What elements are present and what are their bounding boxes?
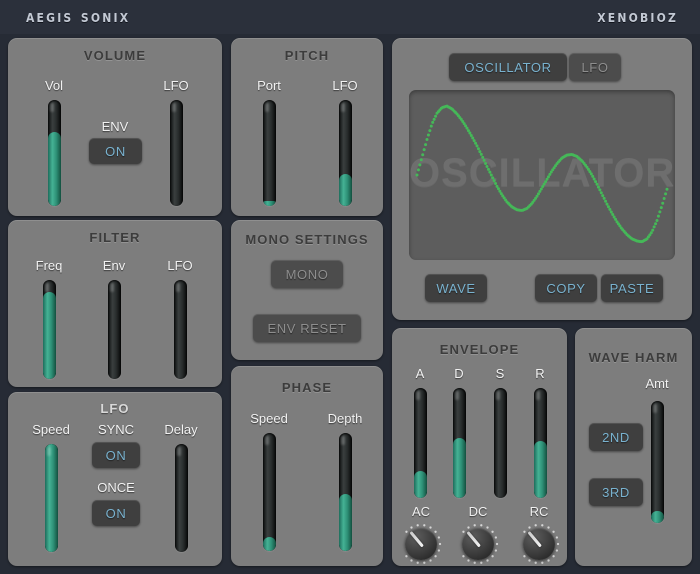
control-label: Depth — [327, 411, 363, 426]
panel-pitch-title: PITCH — [284, 48, 330, 63]
panel-filter-title: FILTER — [89, 230, 141, 245]
button-volume-env-on[interactable]: ON — [89, 138, 142, 164]
button-lfo-once-on[interactable]: ON — [92, 500, 140, 526]
panel-phase: PHASE Speed Depth — [231, 366, 383, 566]
tab-lfo[interactable]: LFO — [569, 53, 621, 81]
button-env-reset[interactable]: ENV RESET — [253, 314, 361, 342]
panel-volume-title: VOLUME — [83, 48, 147, 63]
control-label: Vol — [44, 78, 64, 93]
control-label: Speed — [250, 411, 288, 426]
control-lfo-delay: Delay — [150, 422, 212, 552]
panel-wave-harm-title: WAVE HARM — [588, 350, 679, 365]
panel-volume: VOLUME Vol LFO ENV ON — [8, 38, 222, 216]
slider-phase-depth[interactable] — [338, 433, 352, 551]
slider-lfo-speed[interactable] — [44, 444, 58, 552]
button-wave[interactable]: WAVE — [425, 274, 487, 302]
button-harmonic-2nd[interactable]: 2ND — [589, 423, 643, 451]
plugin-window: aegis sonix xenobioz VOLUME Vol LFO ENV … — [0, 0, 700, 574]
control-filter-freq: Freq — [19, 258, 79, 383]
control-filter-lfo: LFO — [150, 258, 210, 383]
slider-filter-env[interactable] — [107, 280, 121, 379]
label-volume-env: ENV — [101, 119, 129, 134]
slider-pitch-lfo[interactable] — [338, 100, 352, 206]
control-phase-speed: Speed — [237, 411, 301, 556]
control-label: Delay — [164, 422, 198, 437]
slider-lfo-delay[interactable] — [174, 444, 188, 552]
slider-filter-freq[interactable] — [42, 280, 56, 379]
waveform-display[interactable]: OSCILLATOR — [409, 90, 675, 260]
knob-label: RC — [529, 504, 549, 519]
control-volume-lfo: LFO — [146, 78, 206, 208]
panel-mono-settings-title: MONO SETTINGS — [245, 232, 369, 247]
control-label: Env — [102, 258, 126, 273]
panel-oscillator: OSCILLATOR LFO OSCILLATOR WAVE COPY PAST… — [392, 38, 692, 320]
button-mono[interactable]: MONO — [271, 260, 343, 288]
knob-envelope-dc[interactable]: DC — [455, 504, 501, 567]
slider-filter-lfo[interactable] — [173, 280, 187, 379]
slider-volume-vol[interactable] — [47, 100, 61, 206]
slider-phase-speed[interactable] — [262, 433, 276, 551]
knob-label: DC — [468, 504, 488, 519]
button-paste[interactable]: PASTE — [601, 274, 663, 302]
control-pitch-port: Port — [239, 78, 299, 208]
knob-pointer — [526, 530, 542, 548]
label-lfo-once: ONCE — [97, 480, 135, 495]
control-envelope-r: R — [520, 366, 560, 501]
button-lfo-sync-on[interactable]: ON — [92, 442, 140, 468]
knob-envelope-rc[interactable]: RC — [516, 504, 562, 567]
panel-mono-settings: MONO SETTINGS MONO ENV RESET — [231, 220, 383, 360]
button-harmonic-3rd[interactable]: 3RD — [589, 478, 643, 506]
brand-logo-left: aegis sonix — [26, 7, 131, 27]
knob-body[interactable] — [523, 528, 555, 560]
control-pitch-lfo: LFO — [315, 78, 375, 208]
panel-wave-harm: WAVE HARM Amt 2ND 3RD — [575, 328, 692, 566]
label-lfo-sync: SYNC — [97, 422, 135, 437]
control-filter-env: Env — [84, 258, 144, 383]
knob-envelope-ac[interactable]: AC — [398, 504, 444, 567]
control-envelope-s: S — [480, 366, 520, 501]
control-envelope-d: D — [439, 366, 479, 501]
panel-lfo-title: LFO — [100, 401, 130, 416]
button-copy[interactable]: COPY — [535, 274, 597, 302]
knob-pointer — [408, 530, 424, 548]
brand-logo-right: xenobioz — [597, 7, 678, 27]
control-label: LFO — [332, 78, 358, 93]
control-volume-vol: Vol — [24, 78, 84, 208]
panel-filter: FILTER Freq Env LFO — [8, 220, 222, 387]
tab-oscillator[interactable]: OSCILLATOR — [449, 53, 567, 81]
knob-body[interactable] — [462, 528, 494, 560]
panel-envelope: ENVELOPE A D S R AC DC RC — [392, 328, 567, 566]
control-label: LFO — [163, 78, 189, 93]
slider-envelope-attack[interactable] — [413, 388, 427, 498]
panel-phase-title: PHASE — [281, 380, 333, 395]
control-lfo-speed: Speed — [20, 422, 82, 552]
knob-label: AC — [411, 504, 431, 519]
slider-envelope-decay[interactable] — [452, 388, 466, 498]
slider-envelope-sustain[interactable] — [493, 388, 507, 498]
slider-pitch-port[interactable] — [262, 100, 276, 206]
title-bar: aegis sonix xenobioz — [0, 0, 700, 34]
control-label: Freq — [35, 258, 63, 273]
panel-pitch: PITCH Port LFO — [231, 38, 383, 216]
panel-lfo: LFO Speed SYNC ON ONCE ON Delay — [8, 392, 222, 566]
waveform-curve — [415, 104, 669, 244]
label-wave-harm-amt: Amt — [645, 376, 669, 391]
control-label: Speed — [32, 422, 70, 437]
slider-wave-harm-amt[interactable] — [651, 401, 664, 523]
control-envelope-a: A — [400, 366, 440, 501]
knob-pointer — [465, 530, 481, 548]
slider-volume-lfo[interactable] — [169, 100, 183, 206]
knob-body[interactable] — [405, 528, 437, 560]
slider-envelope-release[interactable] — [533, 388, 547, 498]
panel-envelope-title: ENVELOPE — [439, 342, 520, 357]
control-label: R — [535, 366, 545, 381]
control-label: LFO — [167, 258, 193, 273]
control-phase-depth: Depth — [313, 411, 377, 556]
control-label: Port — [257, 78, 281, 93]
